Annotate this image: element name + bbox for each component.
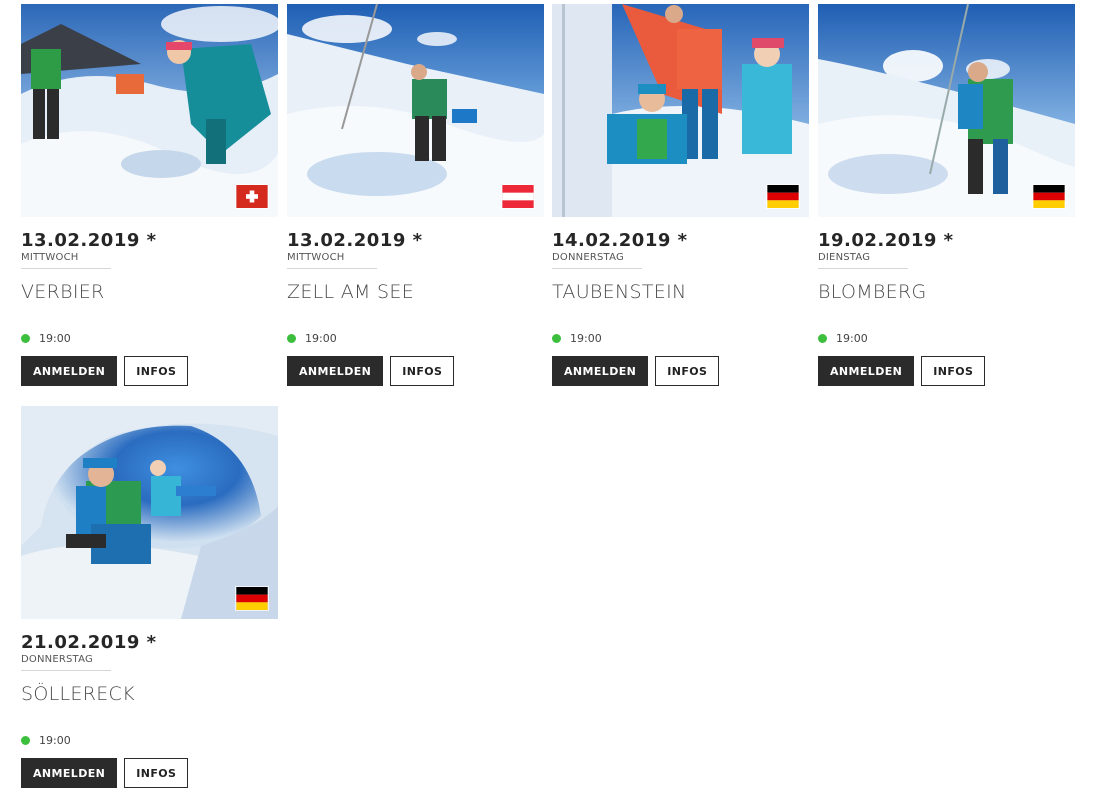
- event-actions: ANMELDEN INFOS: [21, 356, 278, 386]
- status-dot-icon: [552, 333, 561, 343]
- event-location: VERBIER: [21, 281, 105, 303]
- divider: [552, 268, 642, 269]
- event-weekday: DIENSTAG: [818, 252, 871, 263]
- flag-switzerland-icon: [235, 184, 269, 209]
- flag-germany-icon: [235, 586, 269, 611]
- event-actions: ANMELDEN INFOS: [552, 356, 809, 386]
- event-card: 13.02.2019 * MITTWOCH VERBIER 19:00 ANME…: [21, 4, 278, 386]
- event-time-row: 19:00: [21, 733, 278, 747]
- event-photo[interactable]: [818, 4, 1075, 217]
- event-card: 19.02.2019 * DIENSTAG BLOMBERG 19:00 ANM…: [818, 4, 1075, 386]
- register-button[interactable]: ANMELDEN: [818, 356, 915, 386]
- event-location: SÖLLERECK: [21, 683, 135, 705]
- event-time-row: 19:00: [818, 331, 1075, 345]
- info-button[interactable]: INFOS: [921, 356, 986, 386]
- info-button[interactable]: INFOS: [390, 356, 455, 386]
- event-location: ZELL AM SEE: [287, 281, 415, 303]
- event-location: BLOMBERG: [818, 281, 927, 303]
- event-date: 19.02.2019 *: [818, 230, 954, 251]
- event-photo[interactable]: [552, 4, 809, 217]
- event-photo[interactable]: [287, 4, 544, 217]
- event-photo[interactable]: [21, 406, 278, 619]
- status-dot-icon: [21, 735, 30, 745]
- event-time-row: 19:00: [287, 331, 544, 345]
- event-date: 13.02.2019 *: [21, 230, 157, 251]
- event-date: 13.02.2019 *: [287, 230, 423, 251]
- event-card: 14.02.2019 * DONNERSTAG TAUBENSTEIN 19:0…: [552, 4, 809, 386]
- event-actions: ANMELDEN INFOS: [818, 356, 1075, 386]
- register-button[interactable]: ANMELDEN: [21, 758, 118, 788]
- status-dot-icon: [287, 333, 296, 343]
- divider: [21, 670, 111, 671]
- event-card: 13.02.2019 * MITTWOCH ZELL AM SEE 19:00 …: [287, 4, 544, 386]
- event-actions: ANMELDEN INFOS: [287, 356, 544, 386]
- divider: [818, 268, 908, 269]
- flag-germany-icon: [766, 184, 800, 209]
- register-button[interactable]: ANMELDEN: [21, 356, 118, 386]
- info-button[interactable]: INFOS: [124, 758, 189, 788]
- event-weekday: MITTWOCH: [21, 252, 79, 263]
- event-weekday: DONNERSTAG: [21, 654, 93, 665]
- event-date: 14.02.2019 *: [552, 230, 688, 251]
- event-date: 21.02.2019 *: [21, 632, 157, 653]
- event-weekday: DONNERSTAG: [552, 252, 624, 263]
- event-card: 21.02.2019 * DONNERSTAG SÖLLERECK 19:00 …: [21, 406, 278, 788]
- status-dot-icon: [818, 333, 827, 343]
- event-actions: ANMELDEN INFOS: [21, 758, 278, 788]
- divider: [287, 268, 377, 269]
- event-weekday: MITTWOCH: [287, 252, 345, 263]
- event-time: 19:00: [836, 331, 868, 345]
- flag-austria-icon: [501, 184, 535, 209]
- event-photo[interactable]: [21, 4, 278, 217]
- event-location: TAUBENSTEIN: [552, 281, 687, 303]
- event-time: 19:00: [570, 331, 602, 345]
- register-button[interactable]: ANMELDEN: [287, 356, 384, 386]
- status-dot-icon: [21, 333, 30, 343]
- info-button[interactable]: INFOS: [655, 356, 720, 386]
- flag-germany-icon: [1032, 184, 1066, 209]
- event-time-row: 19:00: [552, 331, 809, 345]
- event-time: 19:00: [305, 331, 337, 345]
- info-button[interactable]: INFOS: [124, 356, 189, 386]
- register-button[interactable]: ANMELDEN: [552, 356, 649, 386]
- event-time: 19:00: [39, 331, 71, 345]
- event-time: 19:00: [39, 733, 71, 747]
- divider: [21, 268, 111, 269]
- event-time-row: 19:00: [21, 331, 278, 345]
